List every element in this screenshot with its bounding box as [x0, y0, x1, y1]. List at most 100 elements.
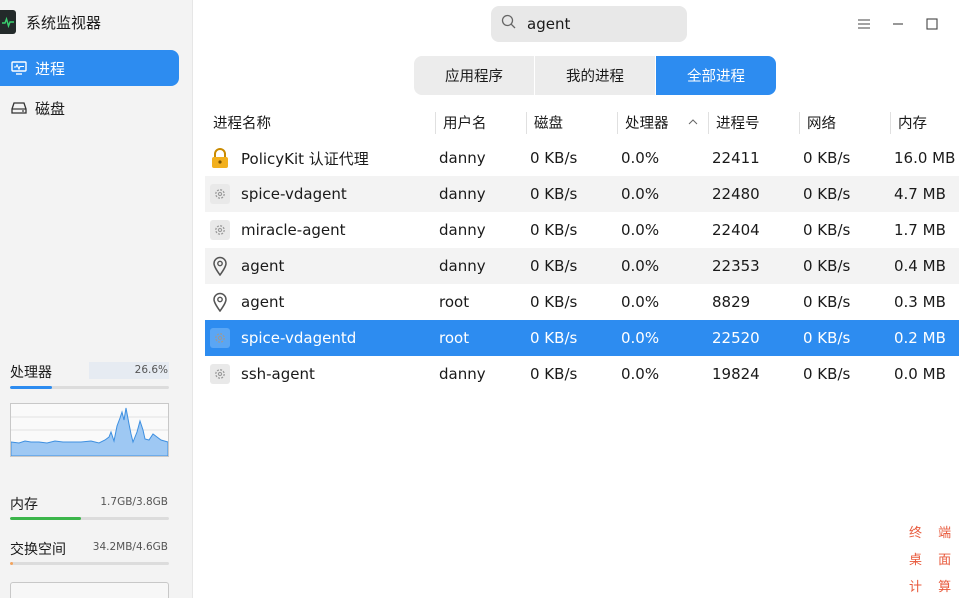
cell-user: danny — [439, 176, 486, 212]
cell-name: PolicyKit 认证代理 — [210, 140, 369, 176]
table-header: 进程名称 用户名 磁盘 处理器 进程号 网络 内存 — [205, 104, 959, 140]
pid-text: 19824 — [712, 365, 760, 383]
tab-all-processes[interactable]: 全部进程 — [656, 56, 776, 95]
column-separator — [799, 112, 800, 134]
cell-name: spice-vdagent — [210, 176, 347, 212]
menu-icon[interactable] — [854, 14, 874, 34]
mem-text: 1.7 MB — [894, 221, 946, 239]
gear-icon — [210, 220, 230, 240]
process-filter-tabs: 应用程序 我的进程 全部进程 — [414, 56, 776, 95]
cell-pid: 22520 — [712, 320, 760, 356]
mem-text: 4.7 MB — [894, 185, 946, 203]
cell-net: 0 KB/s — [803, 212, 850, 248]
user-text: danny — [439, 365, 486, 383]
column-header-pid[interactable]: 进程号 — [708, 104, 799, 140]
watermark-line: 桌 面 名 — [909, 553, 959, 568]
column-header-disk[interactable]: 磁盘 — [526, 104, 617, 140]
column-header-memory[interactable]: 内存 — [890, 104, 959, 140]
net-text: 0 KB/s — [803, 221, 851, 239]
cell-name: spice-vdagentd — [210, 320, 356, 356]
column-header-name[interactable]: 进程名称 — [205, 104, 434, 140]
cell-cpu: 0.0% — [621, 356, 659, 392]
cell-mem: 4.7 MB — [894, 176, 946, 212]
watermark-line: 计 算 机 — [909, 580, 959, 595]
table-row[interactable]: agent danny 0 KB/s 0.0% 22353 0 KB/s 0.4 MB — [205, 248, 959, 284]
column-separator — [890, 112, 891, 134]
column-label: 进程名称 — [213, 115, 271, 132]
pin-icon — [210, 292, 230, 312]
column-label: 网络 — [807, 115, 836, 132]
cpu-text: 0.0% — [621, 257, 660, 275]
user-text: danny — [439, 185, 486, 203]
app-logo-icon — [0, 10, 16, 34]
name-text: miracle-agent — [241, 221, 346, 239]
swap-usage-bar — [10, 562, 169, 565]
lock-icon — [210, 148, 230, 168]
disk-text: 0 KB/s — [530, 365, 578, 383]
disk-text: 0 KB/s — [530, 149, 578, 167]
mem-text: 0.0 MB — [894, 365, 946, 383]
disk-text: 0 KB/s — [530, 257, 578, 275]
cell-pid: 22353 — [712, 248, 760, 284]
cell-disk: 0 KB/s — [530, 356, 577, 392]
tab-applications[interactable]: 应用程序 — [414, 56, 534, 95]
process-table: 进程名称 用户名 磁盘 处理器 进程号 网络 内存 PolicyKit 认证代理… — [205, 104, 959, 384]
cell-cpu: 0.0% — [621, 140, 659, 176]
column-header-network[interactable]: 网络 — [799, 104, 890, 140]
net-text: 0 KB/s — [803, 257, 851, 275]
tab-my-processes[interactable]: 我的进程 — [535, 56, 655, 95]
monitor-icon — [10, 59, 28, 77]
pid-text: 22520 — [712, 329, 760, 347]
disk-text: 0 KB/s — [530, 185, 578, 203]
table-row[interactable]: ssh-agent danny 0 KB/s 0.0% 19824 0 KB/s 0.0 M… — [205, 356, 959, 392]
memory-usage-bar — [10, 517, 169, 520]
pid-text: 22411 — [712, 149, 760, 167]
column-separator — [526, 112, 527, 134]
name-text: agent — [241, 293, 285, 311]
cell-pid: 8829 — [712, 284, 750, 320]
minimize-icon[interactable] — [888, 14, 908, 34]
column-label: 进程号 — [716, 115, 760, 132]
table-row[interactable]: miracle-agent danny 0 KB/s 0.0% 22404 0 KB/s 1… — [205, 212, 959, 248]
cell-mem: 0.3 MB — [894, 284, 946, 320]
table-row[interactable]: PolicyKit 认证代理 danny 0 KB/s 0.0% 22411 0 KB/s… — [205, 140, 959, 176]
gear-icon — [210, 328, 230, 348]
cpu-text: 0.0% — [621, 221, 660, 239]
column-label: 磁盘 — [534, 115, 563, 132]
cpu-label: 处理器 — [10, 365, 52, 381]
nav-item-disk[interactable]: 磁盘 — [0, 90, 179, 126]
column-header-cpu[interactable]: 处理器 — [617, 104, 708, 140]
cpu-text: 0.0% — [621, 293, 660, 311]
nav-label-disk: 磁盘 — [35, 99, 66, 118]
cell-user: root — [439, 320, 469, 356]
cell-cpu: 0.0% — [621, 320, 659, 356]
user-text: danny — [439, 221, 486, 239]
user-text: root — [439, 329, 470, 347]
table-row[interactable]: agent root 0 KB/s 0.0% 8829 0 KB/s 0.3 MB — [205, 284, 959, 320]
search-input[interactable] — [527, 15, 677, 33]
disk-text: 0 KB/s — [530, 329, 578, 347]
search-box[interactable] — [491, 6, 687, 42]
cell-disk: 0 KB/s — [530, 176, 577, 212]
cell-net: 0 KB/s — [803, 140, 850, 176]
cell-net: 0 KB/s — [803, 356, 850, 392]
table-row[interactable]: spice-vdagent danny 0 KB/s 0.0% 22480 0 KB/s 4… — [205, 176, 959, 212]
pin-icon — [210, 256, 230, 276]
nav-item-processes[interactable]: 进程 — [0, 50, 179, 86]
cell-disk: 0 KB/s — [530, 284, 577, 320]
name-text: PolicyKit 认证代理 — [241, 149, 369, 168]
net-text: 0 KB/s — [803, 329, 851, 347]
mem-text: 0.4 MB — [894, 257, 946, 275]
maximize-icon[interactable] — [922, 14, 942, 34]
cell-disk: 0 KB/s — [530, 140, 577, 176]
table-row[interactable]: spice-vdagentd root 0 KB/s 0.0% 22520 0 KB/s 0… — [205, 320, 959, 356]
column-header-user[interactable]: 用户名 — [435, 104, 526, 140]
mem-text: 0.2 MB — [894, 329, 946, 347]
cell-mem: 0.0 MB — [894, 356, 946, 392]
net-text: 0 KB/s — [803, 365, 851, 383]
user-text: root — [439, 293, 470, 311]
memory-label: 内存 — [10, 497, 38, 513]
swap-label: 交换空间 — [10, 542, 66, 558]
sort-ascending-icon — [688, 117, 698, 128]
column-separator — [435, 112, 436, 134]
